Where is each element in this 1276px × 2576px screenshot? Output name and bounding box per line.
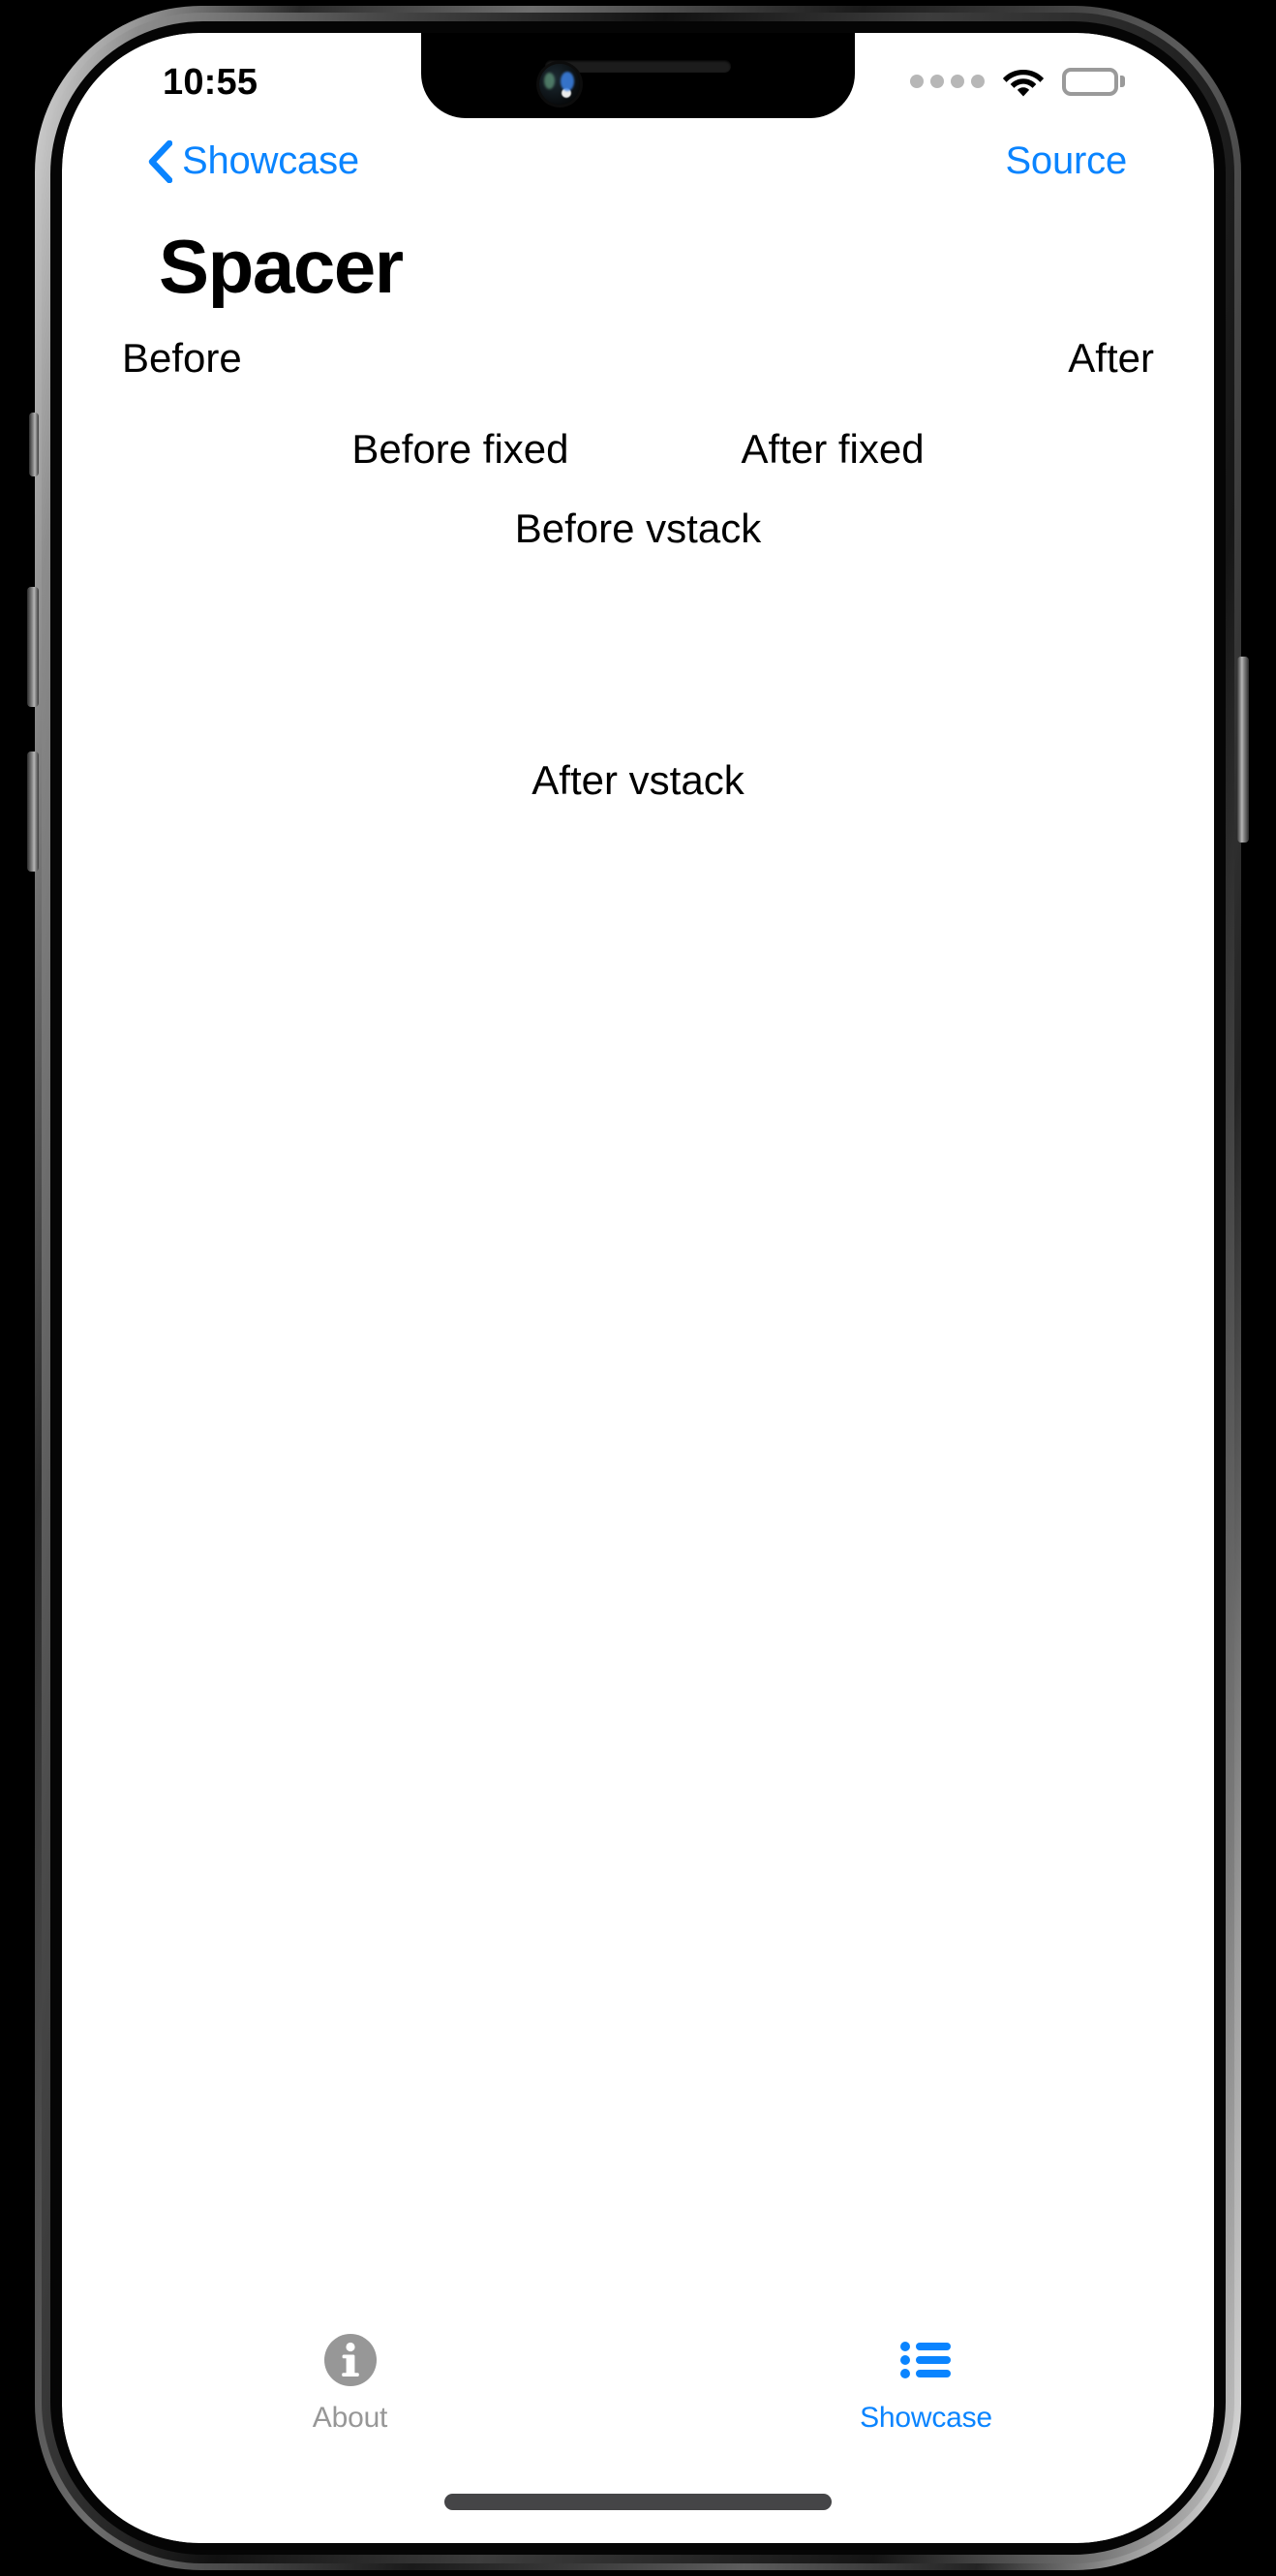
battery-body: [1062, 67, 1118, 96]
front-camera-icon: [539, 64, 580, 105]
app-screen: 10:55 Showcase Source Spacer Before Afte…: [62, 33, 1214, 2543]
page-title: Spacer: [159, 224, 404, 309]
battery-cap: [1120, 76, 1125, 87]
back-button[interactable]: Showcase: [147, 139, 359, 183]
fixed-spacer-row: Before fixed After fixed: [122, 414, 1154, 484]
volume-down-button[interactable]: [27, 751, 39, 872]
display-notch: [421, 33, 855, 118]
source-button[interactable]: Source: [1005, 139, 1127, 183]
silent-switch-button[interactable]: [29, 413, 39, 476]
volume-up-button[interactable]: [27, 587, 39, 707]
cellular-dots-icon: [910, 75, 985, 88]
camera-lens-highlight: [562, 88, 571, 98]
wifi-icon: [1002, 70, 1045, 97]
navigation-bar: Showcase Source: [62, 122, 1214, 215]
spacer-demo-content: Before After Before fixed After fixed Be…: [62, 323, 1214, 2315]
battery-full-icon: [1062, 67, 1125, 96]
back-button-label: Showcase: [182, 139, 359, 182]
vstack-spacer-group: Before vstack After vstack: [122, 506, 1154, 2315]
fixed-trailing-label: After fixed: [741, 426, 925, 472]
info-circle-icon: [323, 2334, 377, 2386]
vstack-bottom-label: After vstack: [532, 757, 744, 803]
tab-about-label: About: [312, 2402, 388, 2434]
status-bar-time: 10:55: [163, 62, 258, 103]
fixed-leading-label: Before fixed: [351, 426, 569, 472]
hstack-leading-label: Before: [122, 335, 242, 381]
chevron-left-icon: [148, 139, 172, 183]
list-bullet-icon: [899, 2342, 951, 2378]
tab-about[interactable]: About: [62, 2315, 638, 2450]
status-bar-indicators: [910, 66, 1125, 97]
tab-bar: About Showcase: [62, 2315, 1214, 2450]
vstack-top-label: Before vstack: [514, 506, 762, 551]
tab-showcase-label: Showcase: [860, 2402, 992, 2434]
home-indicator[interactable]: [444, 2494, 832, 2510]
device-frame: 10:55 Showcase Source Spacer Before Afte…: [27, 6, 1249, 2570]
hstack-trailing-label: After: [1068, 335, 1154, 381]
power-button[interactable]: [1237, 657, 1249, 843]
tab-showcase[interactable]: Showcase: [638, 2315, 1214, 2450]
hstack-spacer-row: Before After: [122, 323, 1154, 393]
device-screen: 10:55 Showcase Source Spacer Before Afte…: [62, 33, 1214, 2543]
